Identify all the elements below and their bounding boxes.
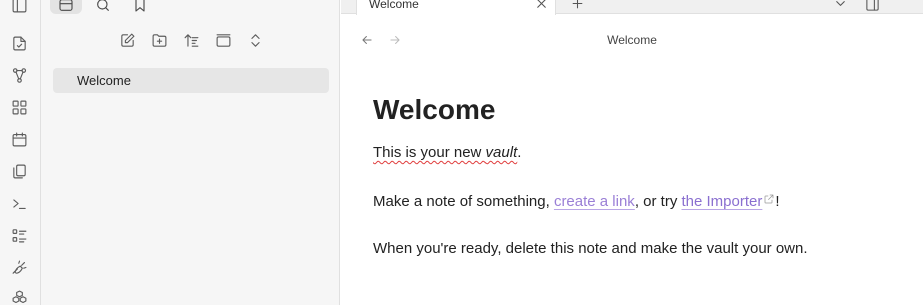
- canvas-icon[interactable]: [8, 96, 30, 118]
- command-palette-icon[interactable]: [8, 192, 30, 214]
- note-title: Welcome: [373, 94, 496, 125]
- tab-bar: Welcome: [341, 0, 923, 15]
- editor-pane: Welcome Welcome Welcome This is your new…: [341, 0, 923, 305]
- tab-title: Welcome: [369, 0, 419, 11]
- collapse-all-button[interactable]: [244, 32, 266, 54]
- new-folder-button[interactable]: [148, 32, 170, 54]
- p1-text-a: This is your new: [373, 144, 486, 161]
- view-title: Welcome: [607, 33, 657, 47]
- note-content[interactable]: Welcome This is your new vault. Make a n…: [373, 92, 893, 257]
- ribbon: [0, 0, 41, 305]
- bookmark-icon: [132, 0, 148, 18]
- sort-icon: [183, 32, 200, 54]
- new-note-icon: [119, 32, 136, 54]
- file-item-label: Welcome: [77, 73, 131, 88]
- paragraph-2: Make a note of something, create a link,…: [373, 191, 780, 212]
- tab-welcome[interactable]: Welcome: [356, 0, 556, 15]
- external-link-icon: [763, 191, 775, 204]
- search-icon: [95, 0, 111, 18]
- chevron-down-icon[interactable]: [832, 0, 848, 11]
- folder-icon: [58, 0, 74, 18]
- internal-link[interactable]: create a link: [554, 193, 635, 210]
- paragraph-1: This is your new vault.: [373, 143, 521, 163]
- switcher-icon[interactable]: [8, 32, 30, 54]
- view-header: Welcome: [341, 28, 923, 52]
- tab-search[interactable]: [87, 0, 119, 14]
- graph-icon[interactable]: [8, 64, 30, 86]
- auto-reveal-button[interactable]: [212, 32, 234, 54]
- daily-note-icon[interactable]: [8, 128, 30, 150]
- templates-icon[interactable]: [8, 160, 30, 182]
- bases-icon[interactable]: [8, 224, 30, 246]
- file-item-welcome[interactable]: Welcome: [53, 68, 329, 93]
- paragraph-3: When you're ready, delete this note and …: [373, 240, 808, 257]
- publish-icon[interactable]: [8, 256, 30, 278]
- collapse-icon: [215, 32, 232, 54]
- p2-text-a: Make a note of something,: [373, 193, 554, 210]
- tab-file-explorer[interactable]: [50, 0, 82, 14]
- expand-collapse-icon: [247, 32, 264, 54]
- plugins-icon[interactable]: [8, 286, 30, 305]
- tab-bookmarks[interactable]: [124, 0, 156, 14]
- new-note-button[interactable]: [116, 32, 138, 54]
- external-link[interactable]: the Importer: [681, 193, 762, 210]
- file-explorer-sidebar: Welcome: [41, 0, 340, 305]
- p2-text-c: !: [775, 193, 780, 210]
- new-folder-icon: [151, 32, 168, 54]
- sidebar-toggle-icon[interactable]: [8, 0, 30, 16]
- p1-emphasis: vault: [485, 144, 518, 161]
- plus-icon[interactable]: [569, 0, 585, 11]
- right-sidebar-toggle-icon[interactable]: [863, 0, 881, 13]
- p1-text-c: .: [517, 144, 522, 161]
- p2-text-b: , or try: [634, 193, 682, 210]
- close-icon[interactable]: [533, 0, 549, 11]
- sort-button[interactable]: [180, 32, 202, 54]
